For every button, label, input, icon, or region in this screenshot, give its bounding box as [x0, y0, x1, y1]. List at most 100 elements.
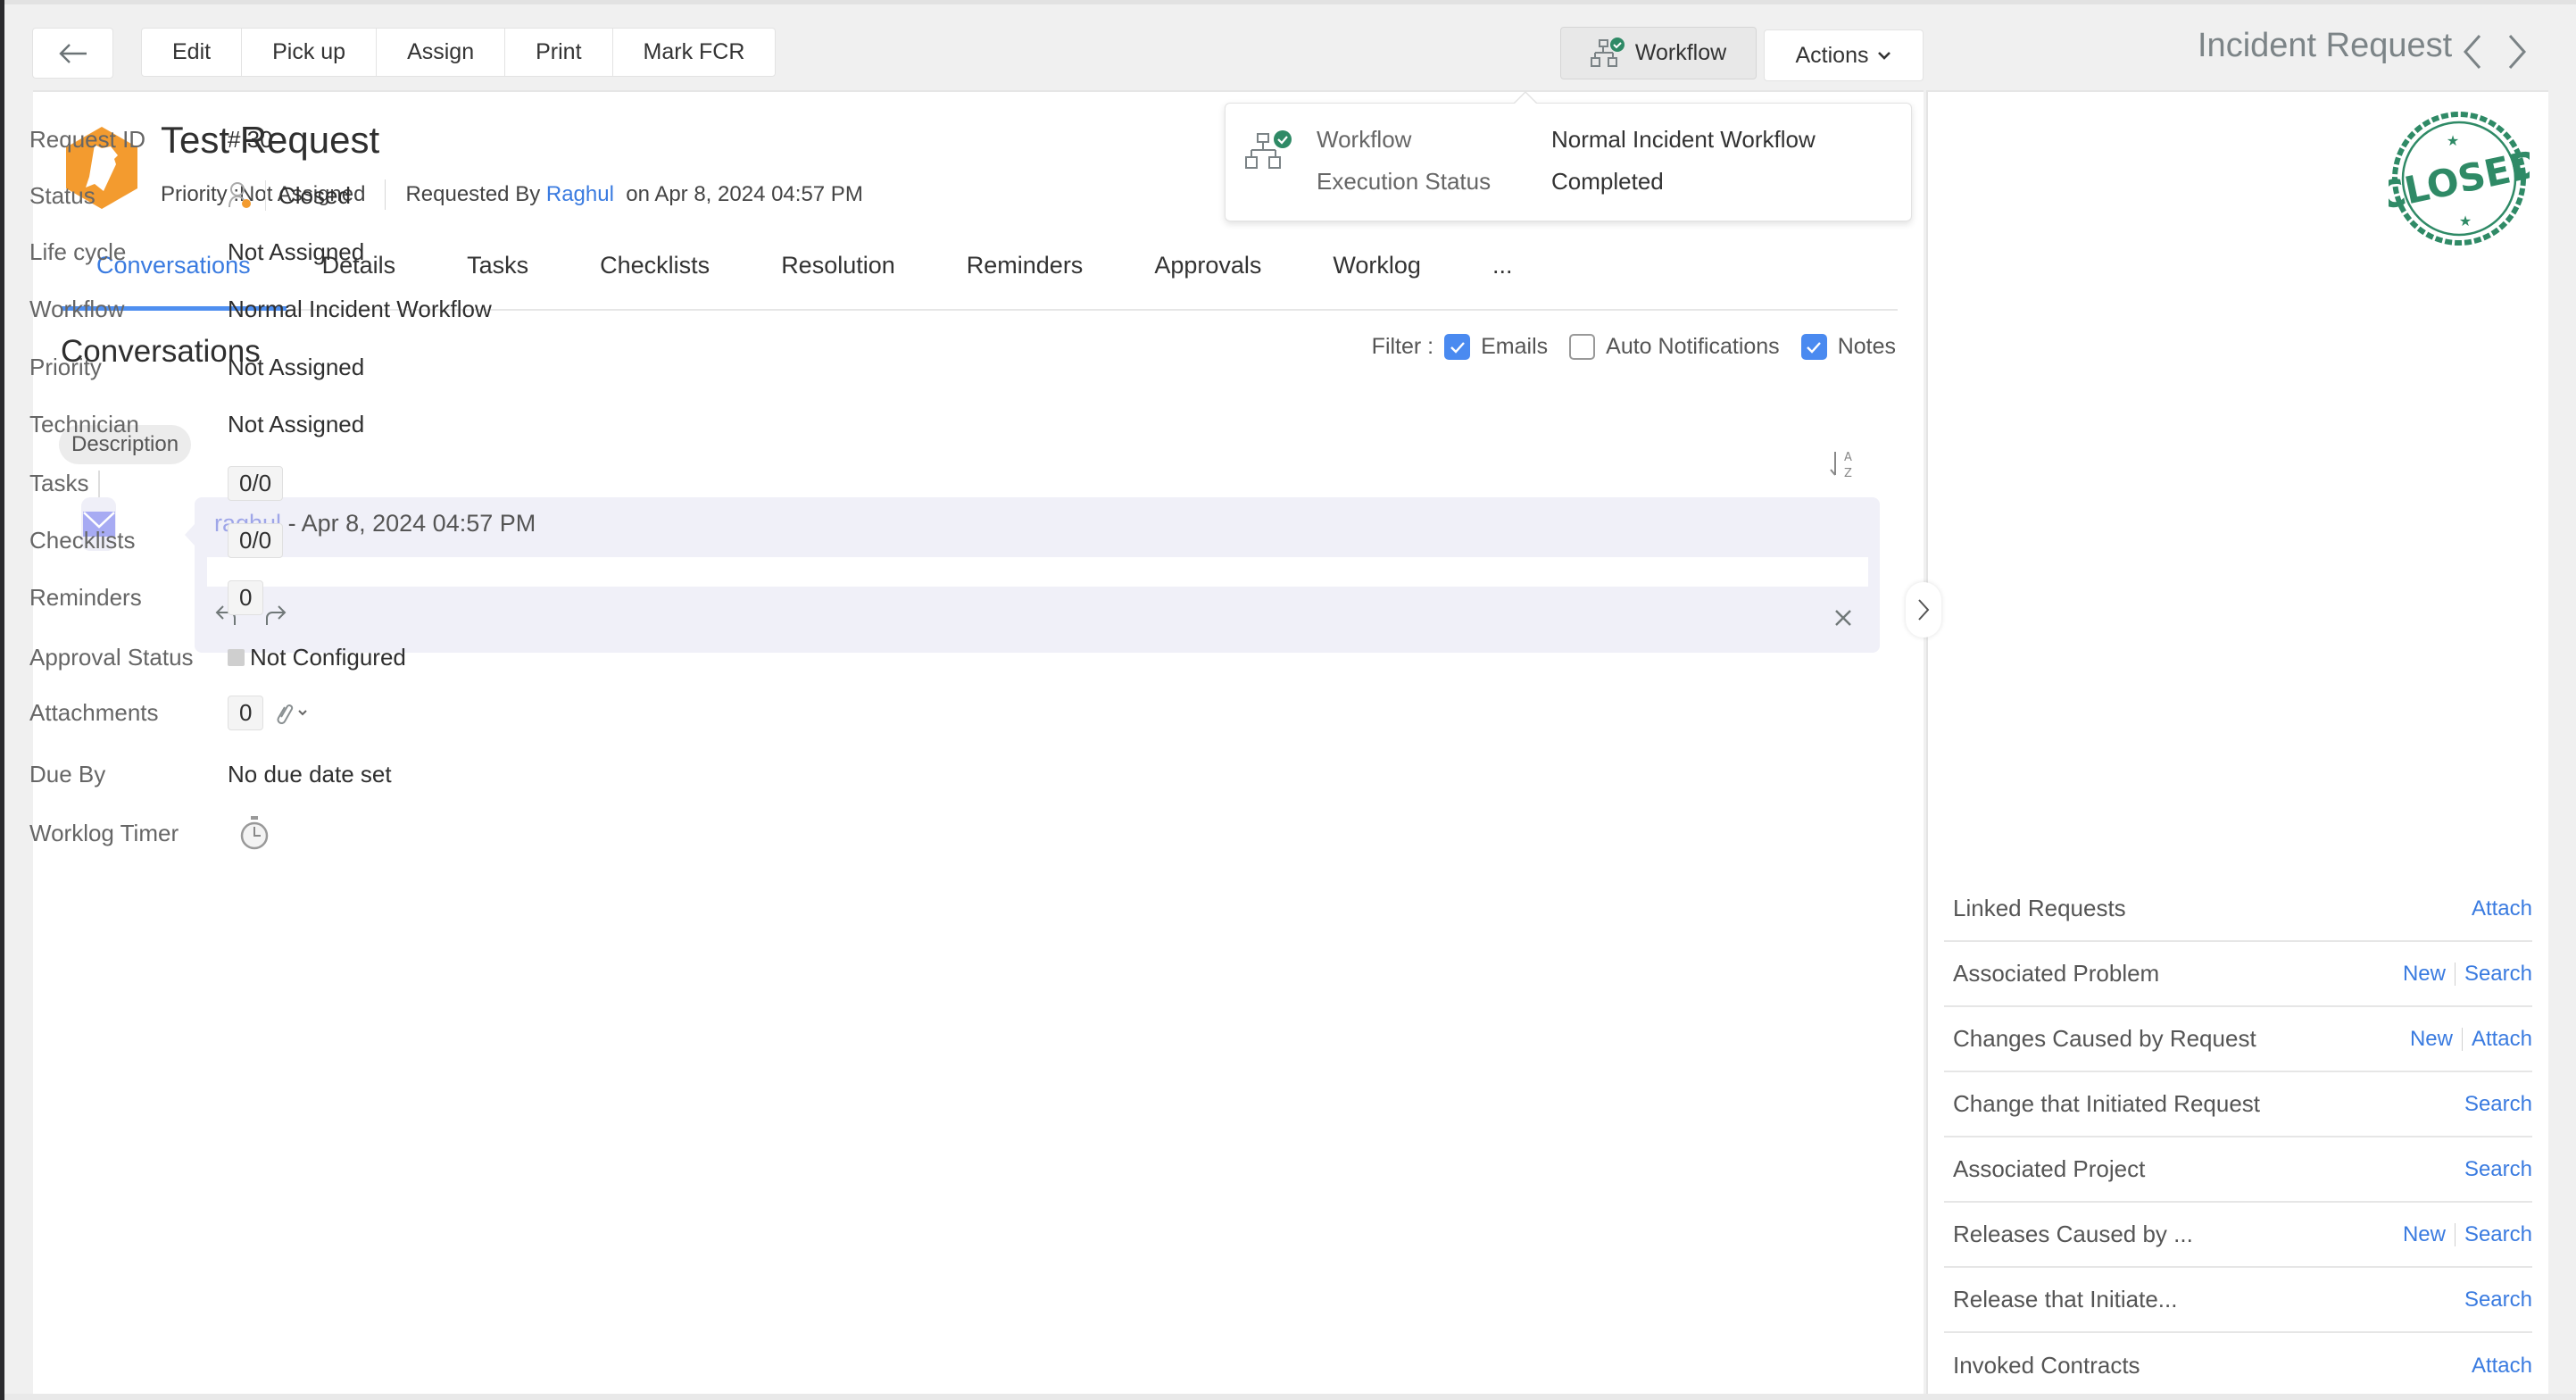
sort-az-icon[interactable]: A Z — [1828, 446, 1864, 482]
print-button[interactable]: Print — [505, 29, 613, 76]
search-link[interactable]: Search — [2464, 1157, 2532, 1182]
tab-resolution[interactable]: Resolution — [745, 241, 931, 309]
emails-label: Emails — [1481, 334, 1549, 359]
prop-key: Workflow — [29, 296, 125, 322]
prop-checklists: Checklists 0/0 — [29, 523, 284, 558]
meta-divider — [385, 179, 386, 210]
tab-reminders[interactable]: Reminders — [931, 241, 1119, 309]
assoc-label: Invoked Contracts — [1953, 1352, 2140, 1379]
chevron-right-icon[interactable] — [2503, 32, 2530, 71]
action-button-group: Edit Pick up Assign Print Mark FCR — [141, 28, 777, 77]
prop-priority: Priority Not Assigned — [29, 354, 364, 381]
paperclip-icon[interactable] — [272, 700, 312, 727]
assoc-label: Releases Caused by ... — [1953, 1221, 2193, 1247]
status-text: Closed — [278, 181, 351, 209]
prop-key: Due By — [29, 761, 106, 788]
prop-key: Technician — [29, 411, 139, 438]
search-link[interactable]: Search — [2464, 962, 2532, 987]
status-divider — [265, 180, 266, 211]
back-button[interactable] — [32, 28, 113, 79]
prop-key: Worklog Timer — [29, 819, 179, 846]
assign-button[interactable]: Assign — [377, 29, 506, 76]
assoc-label: Associated Project — [1953, 1155, 2146, 1182]
tab-more[interactable]: ... — [1457, 241, 1549, 309]
new-link[interactable]: New — [2403, 1222, 2446, 1247]
assoc-releases-caused: Releases Caused by ... New Search — [1944, 1203, 2532, 1268]
checkmark-icon — [1450, 341, 1465, 354]
prop-value: Normal Incident Workflow — [228, 296, 492, 322]
attach-link[interactable]: Attach — [2472, 1354, 2532, 1379]
assoc-changes-caused: Changes Caused by Request New Attach — [1944, 1007, 2532, 1072]
reminders-count-badge[interactable]: 0 — [228, 580, 264, 615]
workflow-button[interactable]: Workflow — [1560, 27, 1757, 79]
popover-status-row: Execution Status Completed — [1317, 168, 1664, 196]
search-link[interactable]: Search — [2464, 1222, 2532, 1247]
assoc-release-initiated: Release that Initiate... Search — [1944, 1268, 2532, 1333]
window-edge — [0, 0, 4, 1400]
mark-fcr-button[interactable]: Mark FCR — [613, 29, 776, 76]
prop-key: Request ID — [29, 126, 146, 153]
prop-value: Not Configured — [250, 644, 406, 671]
forward-icon[interactable] — [261, 603, 287, 628]
edit-button[interactable]: Edit — [142, 29, 243, 76]
requested-by-label: Requested By — [405, 182, 541, 206]
emails-checkbox[interactable] — [1444, 334, 1471, 360]
tab-approvals[interactable]: Approvals — [1118, 241, 1297, 309]
prop-worklog-timer: Worklog Timer — [29, 814, 270, 852]
search-link[interactable]: Search — [2464, 1288, 2532, 1312]
assoc-label: Changes Caused by Request — [1953, 1025, 2256, 1052]
actions-dropdown[interactable]: Actions — [1764, 29, 1924, 81]
prop-key: Approval Status — [29, 644, 194, 671]
attachments-count-badge[interactable]: 0 — [228, 696, 264, 730]
attach-link[interactable]: Attach — [2472, 1027, 2532, 1052]
tasks-count-badge[interactable]: 0/0 — [228, 466, 284, 501]
close-icon[interactable] — [1833, 608, 1853, 628]
user-status-icon — [229, 182, 251, 208]
chevron-right-icon — [1918, 599, 1930, 621]
conversation-body — [207, 557, 1868, 587]
actions-label: Actions — [1795, 42, 1869, 68]
notes-checkbox[interactable] — [1800, 334, 1827, 360]
prop-key: Reminders — [29, 584, 142, 611]
assoc-label: Linked Requests — [1953, 895, 2126, 921]
prop-value[interactable]: Not Assigned — [228, 238, 364, 266]
prop-value[interactable]: No due date set — [228, 761, 392, 788]
prop-value[interactable]: Not Assigned — [228, 354, 364, 381]
attach-link[interactable]: Attach — [2472, 896, 2532, 921]
tab-worklog[interactable]: Worklog — [1297, 241, 1457, 309]
chevron-down-icon — [1878, 52, 1891, 60]
auto-notifications-checkbox[interactable] — [1569, 334, 1596, 360]
prop-key: Tasks — [29, 470, 89, 496]
collapse-sidebar-toggle[interactable] — [1906, 582, 1941, 638]
prop-value[interactable]: Not Assigned — [228, 411, 364, 438]
pick-up-button[interactable]: Pick up — [242, 29, 378, 76]
popover-workflow-key: Workflow — [1317, 126, 1412, 153]
popover-status-value: Completed — [1551, 168, 1664, 195]
svg-text:★: ★ — [2447, 134, 2459, 149]
prop-workflow: Workflow Normal Incident Workflow — [29, 296, 492, 323]
prop-key: Checklists — [29, 527, 136, 554]
workflow-popover: Workflow Normal Incident Workflow Execut… — [1225, 91, 1912, 221]
stopwatch-icon[interactable] — [238, 814, 270, 852]
popover-status-key: Execution Status — [1317, 168, 1492, 195]
popover-workflow-value: Normal Incident Workflow — [1551, 126, 1816, 153]
filter-label: Filter : — [1371, 334, 1434, 359]
prop-tasks: Tasks 0/0 — [29, 466, 284, 501]
prop-status: Status Closed — [29, 180, 351, 211]
status-value[interactable]: Closed — [228, 180, 351, 211]
new-link[interactable]: New — [2403, 962, 2446, 987]
chevron-left-icon[interactable] — [2460, 32, 2487, 71]
conversation-entry: raghul - Apr 8, 2024 04:57 PM — [185, 497, 1880, 653]
new-link[interactable]: New — [2410, 1027, 2453, 1052]
approval-status-indicator — [228, 649, 245, 666]
workflow-check-icon — [1245, 130, 1292, 169]
popover-workflow-row: Workflow Normal Incident Workflow — [1317, 126, 1816, 154]
search-link[interactable]: Search — [2464, 1092, 2532, 1117]
tab-checklists[interactable]: Checklists — [564, 241, 745, 309]
checklists-count-badge[interactable]: 0/0 — [228, 523, 284, 558]
prop-life-cycle: Life cycle Not Assigned — [29, 238, 364, 266]
prop-technician: Technician Not Assigned — [29, 411, 364, 438]
prop-key: Priority — [29, 354, 102, 380]
assoc-associated-project: Associated Project Search — [1944, 1138, 2532, 1203]
requester-link[interactable]: Raghul — [546, 182, 614, 207]
